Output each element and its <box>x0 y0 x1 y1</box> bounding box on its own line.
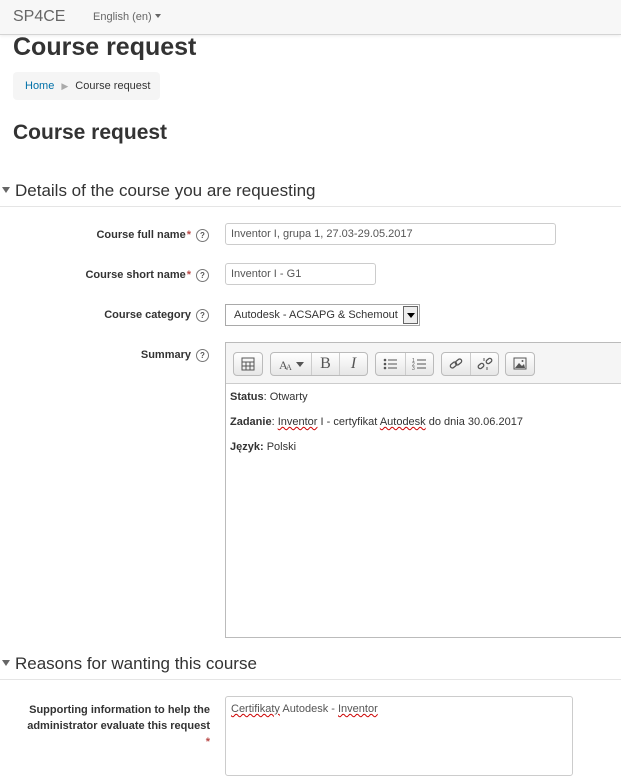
reason-value-part: Autodesk - <box>279 703 338 715</box>
task-key: Zadanie <box>230 416 272 428</box>
breadcrumb-separator-icon: ▶ <box>61 81 69 91</box>
language-value: Polski <box>263 441 297 453</box>
bold-icon[interactable]: B <box>312 353 340 375</box>
toolbar-group-5 <box>505 352 535 376</box>
fullname-label: Course full name* <box>96 229 191 241</box>
help-icon[interactable]: ? <box>196 269 209 282</box>
summary-status-line: Status: Otwarty <box>230 391 523 403</box>
ordered-list-icon[interactable]: 123 <box>406 353 434 375</box>
language-label: English (en) <box>93 11 152 23</box>
reason-label: Supporting information to help the admin… <box>27 702 210 750</box>
status-key: Status <box>230 391 264 403</box>
section-divider <box>0 206 621 207</box>
toolbar-toggle-icon[interactable] <box>234 353 262 375</box>
page-header: Course request <box>13 33 197 61</box>
breadcrumb-home-link[interactable]: Home <box>25 80 54 92</box>
dropdown-arrow-icon[interactable] <box>403 306 418 324</box>
category-select[interactable]: Autodesk - ACSAPG & Schemout <box>225 304 420 326</box>
shortname-input[interactable]: Inventor I - G1 <box>225 263 376 285</box>
collapse-triangle-icon <box>2 660 10 666</box>
summary-task-line: Zadanie: Inventor I - certyfikat Autodes… <box>230 416 523 428</box>
breadcrumb-current: Course request <box>75 80 151 92</box>
section-reasons-title: Reasons for wanting this course <box>15 654 257 673</box>
reason-textarea[interactable]: Certifikaty Autodesk - Inventor <box>225 696 573 776</box>
language-menu[interactable]: English (en) <box>93 11 161 23</box>
category-label: Course category <box>104 309 191 321</box>
shortname-label: Course short name* <box>85 269 191 281</box>
svg-text:3: 3 <box>412 366 415 372</box>
section-divider <box>0 679 621 680</box>
link-icon[interactable] <box>442 353 471 375</box>
breadcrumb: Home ▶ Course request <box>13 72 160 100</box>
section-details-toggle[interactable]: Details of the course you are requesting <box>0 181 316 201</box>
top-navbar: SP4CE English (en) <box>0 0 621 35</box>
required-marker: * <box>205 736 210 748</box>
summary-language-line: Język: Polski <box>230 441 523 453</box>
task-value-part: I - certyfikat <box>317 416 380 428</box>
task-value-part: do dnia 30.06.2017 <box>425 416 523 428</box>
section-details-title: Details of the course you are requesting <box>15 181 316 200</box>
help-icon[interactable]: ? <box>196 309 209 322</box>
toolbar-group-4 <box>441 352 499 376</box>
reason-label-line2: administrator evaluate this request <box>27 720 210 732</box>
help-icon[interactable]: ? <box>196 229 209 242</box>
help-icon[interactable]: ? <box>196 349 209 362</box>
collapse-triangle-icon <box>2 187 10 193</box>
unlink-icon[interactable] <box>471 353 499 375</box>
required-marker: * <box>186 269 191 281</box>
toolbar-group-2: AA B I <box>270 352 368 376</box>
caret-down-icon <box>154 14 161 18</box>
toolbar-group-3: 123 <box>375 352 434 376</box>
summary-editor[interactable]: AA B I 123 Status: Otwarty Zadanie: Inve… <box>225 342 621 638</box>
fullname-input[interactable]: Inventor I, grupa 1, 27.03-29.05.2017 <box>225 223 556 245</box>
font-style-icon[interactable]: AA <box>271 353 312 375</box>
shortname-label-text: Course short name <box>85 269 186 281</box>
page-title: Course request <box>13 121 168 144</box>
category-selected-value: Autodesk - ACSAPG & Schemout <box>234 309 398 321</box>
section-reasons-toggle[interactable]: Reasons for wanting this course <box>0 654 257 674</box>
toolbar-group-1 <box>233 352 263 376</box>
language-key: Język: <box>230 441 264 453</box>
status-value: : Otwarty <box>263 391 308 403</box>
fullname-label-text: Course full name <box>96 229 186 241</box>
task-value-inventor: Inventor <box>277 416 318 428</box>
editor-content[interactable]: Status: Otwarty Zadanie: Inventor I - ce… <box>230 391 523 466</box>
reason-value-part: Inventor <box>338 703 378 715</box>
site-brand[interactable]: SP4CE <box>13 8 65 26</box>
editor-toolbar: AA B I 123 <box>226 343 621 384</box>
task-value-autodesk: Autodesk <box>379 416 426 428</box>
italic-icon[interactable]: I <box>340 353 367 375</box>
reason-value-part: Certifikaty <box>231 703 280 715</box>
required-marker: * <box>186 229 191 241</box>
svg-text:A: A <box>286 363 292 372</box>
image-icon[interactable] <box>506 353 534 375</box>
unordered-list-icon[interactable] <box>376 353 406 375</box>
reason-label-line1: Supporting information to help the <box>29 704 210 716</box>
summary-label: Summary <box>140 349 191 361</box>
